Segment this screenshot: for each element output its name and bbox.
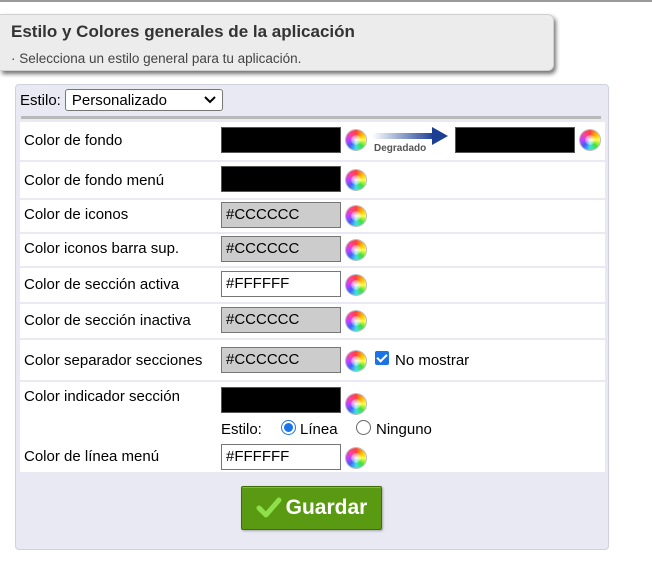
row-label: Color de línea menú — [24, 448, 160, 465]
row-color-fondo-menu: Color de fondo menú — [20, 162, 605, 198]
row-label: Color de sección inactiva — [24, 312, 191, 329]
page-title: Estilo y Colores generales de la aplicac… — [11, 22, 355, 41]
row-label: Color de iconos — [24, 206, 129, 223]
gradient-label: Degradado — [374, 143, 427, 154]
no-mostrar-label: No mostrar — [395, 352, 470, 369]
save-button-label: Guardar — [285, 496, 368, 519]
row-label: Color separador secciones — [24, 352, 203, 369]
row-label: Color iconos barra sup. — [24, 240, 180, 257]
row-label: Color de sección activa — [24, 276, 180, 293]
color-picker-icon[interactable] — [346, 170, 366, 190]
row-color-indicador: Color indicador sección Estilo: Línea Ni… — [20, 382, 605, 440]
color-picker-icon[interactable] — [346, 394, 366, 414]
color-iconos-barra-input[interactable]: #CCCCCC — [221, 236, 341, 262]
color-linea-menu-input[interactable]: #FFFFFF — [221, 444, 341, 470]
color-picker-icon[interactable] — [346, 240, 366, 260]
header-divider — [21, 116, 601, 119]
color-picker-icon[interactable] — [346, 351, 366, 371]
color-picker-icon[interactable] — [346, 275, 366, 295]
color-fondo-menu-input[interactable] — [221, 166, 341, 192]
radio-linea-label: Línea — [300, 421, 338, 438]
row-color-seccion-activa: Color de sección activa #FFFFFF — [20, 268, 605, 302]
row-color-seccion-inactiva: Color de sección inactiva #CCCCCC — [20, 304, 605, 338]
color-picker-icon[interactable] — [346, 311, 366, 331]
color-picker-icon[interactable] — [346, 448, 366, 468]
row-color-fondo: Color de fondo Degradado — [20, 122, 605, 160]
color-seccion-inactiva-input[interactable]: #CCCCCC — [221, 307, 341, 333]
gradient-end-input[interactable] — [455, 127, 575, 153]
check-icon — [256, 497, 282, 518]
row-label: Color de fondo — [24, 132, 123, 149]
row-color-iconos: Color de iconos #CCCCCC — [20, 200, 605, 232]
color-picker-icon[interactable] — [346, 130, 366, 150]
style-label: Estilo: — [20, 91, 61, 109]
save-button[interactable]: Guardar — [241, 486, 382, 530]
style-row: Estilo: Personalizado — [20, 89, 223, 111]
style-select[interactable]: Personalizado — [64, 89, 223, 111]
color-fondo-input[interactable] — [221, 127, 341, 153]
color-separador-input[interactable]: #CCCCCC — [221, 347, 341, 373]
radio-linea[interactable] — [281, 420, 296, 435]
color-picker-icon[interactable] — [346, 206, 366, 226]
color-indicador-input[interactable] — [221, 387, 341, 413]
color-iconos-input[interactable]: #CCCCCC — [221, 202, 341, 228]
row-color-linea-menu: Color de línea menú #FFFFFF — [20, 440, 605, 472]
row-color-iconos-barra: Color iconos barra sup. #CCCCCC — [20, 234, 605, 266]
row-label: Color de fondo menú — [24, 172, 165, 189]
top-divider — [0, 0, 652, 2]
indicator-style-label: Estilo: — [221, 421, 262, 438]
color-picker-icon[interactable] — [580, 130, 600, 150]
row-color-separador: Color separador secciones #CCCCCC No mos… — [20, 340, 605, 380]
row-label: Color indicador sección — [24, 388, 180, 405]
radio-ninguno-label: Ninguno — [376, 421, 432, 438]
color-seccion-activa-input[interactable]: #FFFFFF — [221, 271, 341, 297]
style-select-value: Personalizado — [71, 91, 167, 109]
chevron-down-icon — [204, 96, 216, 104]
section-header: Estilo y Colores generales de la aplicac… — [0, 14, 554, 71]
page-subtitle: · Selecciona un estilo general para tu a… — [11, 51, 302, 66]
radio-ninguno[interactable] — [356, 420, 371, 435]
no-mostrar-checkbox[interactable] — [375, 351, 389, 365]
settings-panel: Estilo: Personalizado Color de fondo Deg… — [15, 84, 609, 550]
